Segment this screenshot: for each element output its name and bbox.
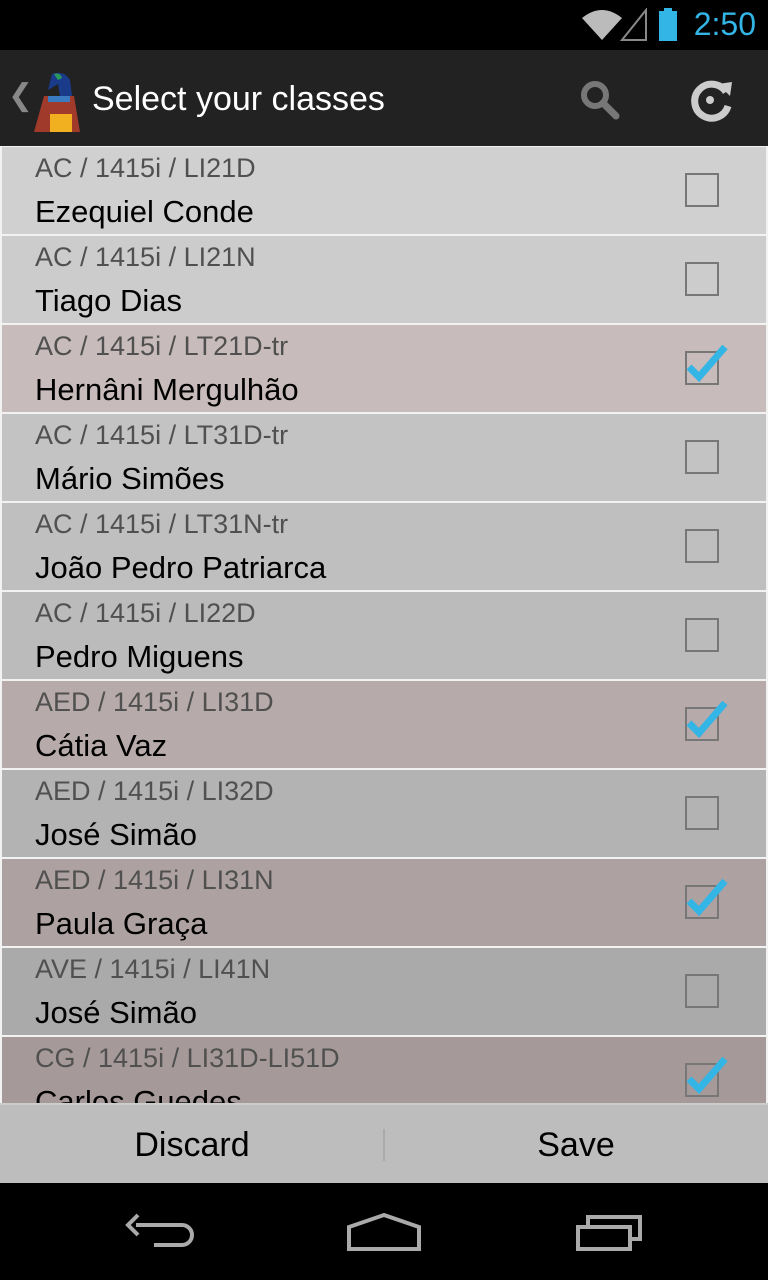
back-icon[interactable]	[124, 1213, 196, 1253]
teacher-name: Mário Simões	[35, 461, 225, 496]
class-list-item[interactable]: AC / 1415i / LT31N-tr João Pedro Patriarc…	[2, 503, 766, 590]
action-bar: ❮ Select your classes	[0, 50, 768, 146]
class-code: AED / 1415i / LI31D	[35, 687, 274, 717]
battery-icon	[659, 8, 677, 41]
class-code: AC / 1415i / LI21D	[35, 153, 256, 183]
class-list-item[interactable]: AVE / 1415i / LI41N José Simão	[2, 948, 766, 1035]
class-list-item[interactable]: AC / 1415i / LI21D Ezequiel Conde	[2, 147, 766, 234]
class-code: AC / 1415i / LT31N-tr	[35, 509, 289, 539]
teacher-name: Tiago Dias	[35, 283, 183, 318]
checkmark-icon	[686, 344, 728, 383]
class-checkbox[interactable]	[685, 440, 719, 474]
class-list-item[interactable]: AC / 1415i / LT31D-tr Mário Simões	[2, 414, 766, 501]
teacher-name: João Pedro Patriarca	[35, 550, 327, 585]
checkmark-icon	[686, 1056, 728, 1095]
class-checkbox[interactable]	[685, 878, 728, 919]
class-code: AED / 1415i / LI32D	[35, 776, 274, 806]
save-button[interactable]: Save	[384, 1105, 768, 1185]
class-list-item[interactable]: AC / 1415i / LI22D Pedro Miguens	[2, 592, 766, 679]
class-list-item[interactable]: AC / 1415i / LI21N Tiago Dias	[2, 236, 766, 323]
home-icon[interactable]	[346, 1213, 422, 1253]
class-code: AVE / 1415i / LI41N	[35, 954, 271, 984]
class-list-item[interactable]: AED / 1415i / LI31N Paula Graça	[2, 859, 766, 946]
class-code: AED / 1415i / LI31N	[35, 865, 274, 895]
teacher-name: Carlos Guedes	[35, 1084, 242, 1103]
class-code: AC / 1415i / LT31D-tr	[35, 420, 289, 450]
teacher-name: Paula Graça	[35, 906, 208, 941]
cell-signal-icon	[620, 8, 647, 41]
teacher-name: Pedro Miguens	[35, 639, 244, 674]
refresh-icon[interactable]	[688, 76, 736, 124]
clock: 2:50	[693, 6, 756, 42]
status-bar: 2:50	[0, 0, 768, 50]
class-list-item[interactable]: AED / 1415i / LI32D José Simão	[2, 770, 766, 857]
teacher-name: Cátia Vaz	[35, 728, 168, 763]
class-code: CG / 1415i / LI31D-LI51D	[35, 1043, 340, 1073]
teacher-name: José Simão	[35, 995, 197, 1030]
navigation-bar	[0, 1183, 768, 1280]
class-code: AC / 1415i / LI22D	[35, 598, 256, 628]
class-checkbox[interactable]	[685, 262, 719, 296]
wifi-icon	[582, 10, 622, 40]
class-checkbox[interactable]	[685, 618, 719, 652]
page-title: Select your classes	[92, 80, 385, 118]
class-checkbox[interactable]	[685, 796, 719, 830]
class-list[interactable]: AC / 1415i / LI21D Ezequiel Conde AC / 141…	[0, 146, 768, 1103]
bottom-action-bar: Discard Save	[0, 1103, 768, 1183]
teacher-name: Ezequiel Conde	[35, 194, 254, 229]
discard-button[interactable]: Discard	[0, 1105, 384, 1185]
class-list-item[interactable]: AC / 1415i / LT21D-tr Hernâni Mergulhão	[2, 325, 766, 412]
search-icon[interactable]	[578, 78, 622, 122]
teacher-name: Hernâni Mergulhão	[35, 372, 299, 407]
class-checkbox[interactable]	[685, 700, 728, 741]
teacher-name: José Simão	[35, 817, 197, 852]
class-list-item[interactable]: CG / 1415i / LI31D-LI51D Carlos Guedes	[2, 1037, 766, 1103]
app-logo-icon[interactable]	[30, 70, 84, 132]
class-checkbox[interactable]	[685, 344, 728, 385]
class-checkbox[interactable]	[685, 529, 719, 563]
class-list-item[interactable]: AED / 1415i / LI31D Cátia Vaz	[2, 681, 766, 768]
class-code: AC / 1415i / LI21N	[35, 242, 256, 272]
class-checkbox[interactable]	[685, 173, 719, 207]
class-checkbox[interactable]	[685, 974, 719, 1008]
recents-icon[interactable]	[574, 1213, 646, 1253]
class-code: AC / 1415i / LT21D-tr	[35, 331, 289, 361]
checkmark-icon	[686, 700, 728, 739]
checkmark-icon	[686, 878, 728, 917]
class-checkbox[interactable]	[685, 1056, 728, 1097]
